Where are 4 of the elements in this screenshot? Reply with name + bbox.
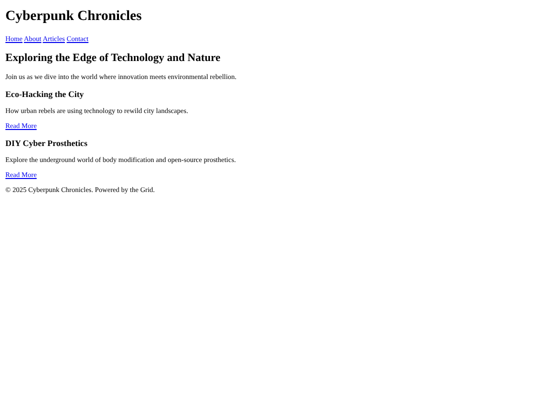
section-heading: Exploring the Edge of Technology and Nature [5, 52, 222, 64]
article-title: Eco-Hacking the City [5, 88, 85, 99]
article-title: DIY Cyber Prosthetics [5, 138, 88, 148]
site-title: Cyberpunk Chronicles [5, 9, 143, 26]
